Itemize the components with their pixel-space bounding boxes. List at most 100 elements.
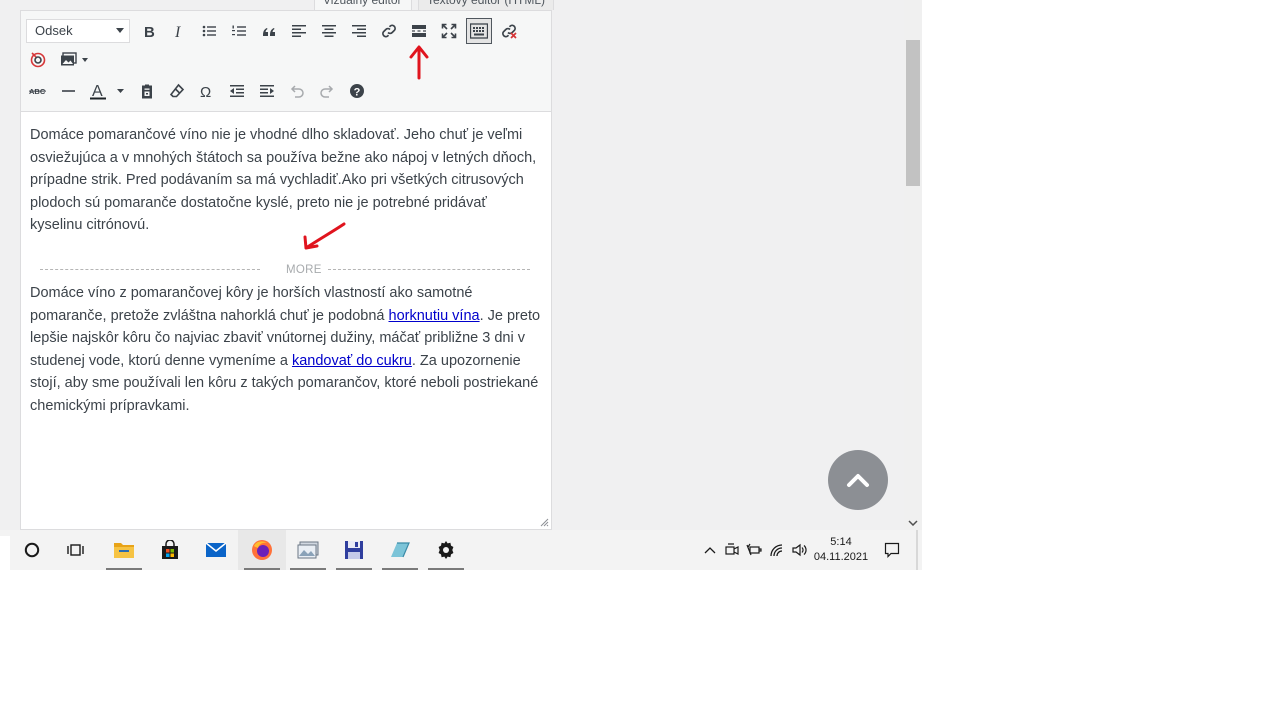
notifications-button[interactable] [878,530,906,570]
photos-button[interactable] [284,530,332,570]
italic-icon: I [174,24,181,39]
undo-icon [290,85,304,98]
mail-button[interactable] [192,530,240,570]
help-button[interactable]: ? [345,79,369,103]
read-more-icon [412,25,426,37]
settings-button[interactable] [422,530,470,570]
svg-text:Ω: Ω [200,84,211,99]
strikethrough-button[interactable]: ABC [26,79,50,103]
unlink-icon [502,24,517,39]
special-character-icon: Ω [200,84,211,99]
horizontal-line-icon [62,90,75,92]
gallery-button[interactable] [57,47,93,71]
svg-text:I: I [174,24,181,39]
meet-now-button[interactable] [722,530,742,570]
firefox-button[interactable] [238,530,286,570]
insert-link-button[interactable] [377,19,401,43]
meet-icon [725,543,739,555]
clock[interactable]: 5:14 04.11.2021 [812,535,870,565]
clear-formatting-button[interactable] [165,79,189,103]
editor-content-lower[interactable]: Domáce víno z pomarančovej kôry je horší… [30,282,542,418]
bullet-list-button[interactable] [197,19,221,43]
align-left-button[interactable] [287,19,311,43]
task-view-button[interactable] [52,530,100,570]
align-right-button[interactable] [347,19,371,43]
battery-button[interactable] [744,530,764,570]
resize-handle-icon[interactable] [540,518,549,527]
horizontal-line-button[interactable] [57,79,81,103]
svg-text:?: ? [354,86,361,98]
show-hidden-icons-button[interactable] [700,530,720,570]
special-character-button[interactable]: Ω [195,79,219,103]
insert-read-more-button[interactable] [407,19,431,43]
numbered-list-button[interactable] [227,19,251,43]
cortana-button[interactable] [8,530,56,570]
notification-icon [884,542,900,558]
clock-date: 04.11.2021 [813,551,869,563]
chevron-down-icon [116,28,124,33]
file-explorer-icon [114,543,134,558]
show-desktop-button[interactable] [916,530,918,570]
page-scrollbar[interactable] [904,0,922,530]
align-center-button[interactable] [317,19,341,43]
scroll-down-button[interactable] [904,516,922,530]
blockquote-button[interactable] [257,19,281,43]
paragraph-1: Domáce pomarančové víno nie je vhodné dl… [30,127,537,234]
scrollbar-thumb[interactable] [906,40,920,186]
align-left-icon [292,25,306,37]
app-button[interactable] [376,530,424,570]
fullscreen-icon [441,23,457,39]
italic-button[interactable]: I [167,19,191,43]
paste-text-icon [142,84,152,99]
clock-time: 5:14 [830,536,852,548]
redo-icon [320,85,334,98]
editor-frame: Odsek B I ABC A Ω ? Domáce pomarančové v… [20,10,552,530]
photos-icon [297,541,319,559]
chevron-up-icon [704,547,716,554]
undo-button[interactable] [285,79,309,103]
store-button[interactable] [146,530,194,570]
chevron-up-icon [847,474,869,487]
help-icon: ? [350,84,364,98]
mail-icon [205,542,227,557]
gallery-icon [61,52,88,66]
tab-visual-editor[interactable]: Vizuálny editor [314,0,412,10]
editor-content[interactable]: Domáce pomarančové víno nie je vhodné dl… [30,124,542,237]
blockquote-icon [263,28,275,36]
bold-button[interactable]: B [137,19,161,43]
indent-icon [260,85,274,97]
volume-button[interactable] [789,530,811,570]
link-horknutiu-vina[interactable]: horknutiu vína [389,308,480,324]
toolbar-toggle-button[interactable] [466,18,492,44]
toolbar-toggle-icon [470,23,488,39]
save-app-button[interactable] [330,530,378,570]
speaker-icon [792,543,807,557]
more-line-right [328,269,530,270]
unlink-button[interactable] [497,19,521,43]
file-explorer-button[interactable] [100,530,148,570]
align-center-icon [322,25,336,37]
settings-icon [438,541,454,559]
save-app-icon [345,541,363,559]
outdent-button[interactable] [225,79,249,103]
redo-button[interactable] [315,79,339,103]
paste-text-button[interactable] [135,79,159,103]
back-to-top-button[interactable] [828,450,888,510]
format-select[interactable]: Odsek [26,19,130,43]
fullscreen-button[interactable] [437,19,461,43]
link-kandovat-do-cukru[interactable]: kandovať do cukru [292,353,412,369]
more-line-left [40,269,260,270]
indent-button[interactable] [255,79,279,103]
wifi-icon [770,544,783,557]
app-icon [391,542,410,558]
text-color-button[interactable]: A [87,79,127,103]
chevron-down-icon [908,520,918,526]
read-more-separator[interactable]: MORE [40,260,530,280]
align-right-icon [352,25,366,37]
plugin-icon [30,52,46,68]
tab-text-editor[interactable]: Textový editor (HTML) [418,0,554,10]
strikethrough-icon: ABC [29,87,46,96]
more-label: MORE [286,264,322,276]
plugin-button[interactable] [26,47,50,71]
network-button[interactable] [766,530,788,570]
